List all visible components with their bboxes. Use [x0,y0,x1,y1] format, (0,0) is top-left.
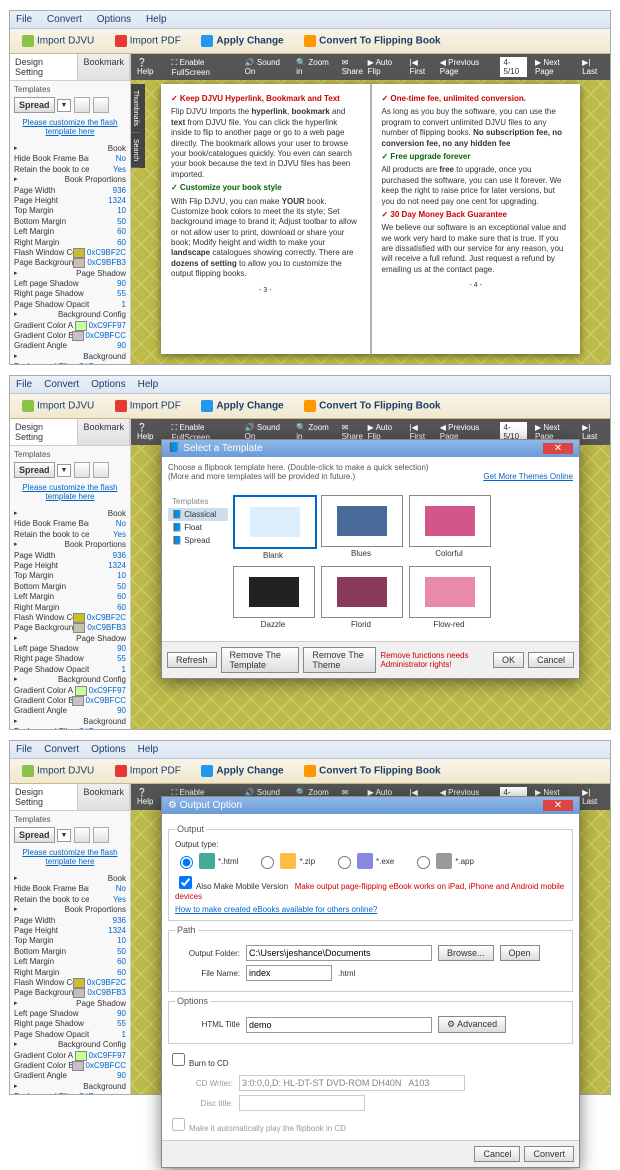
first-page-button[interactable]: |◀ First [409,58,431,76]
cancel-button[interactable]: Cancel [474,1146,520,1162]
menu-convert[interactable]: Convert [47,14,82,25]
output-type-radios: *.html *.zip *.exe *.app [175,853,566,869]
close-button[interactable]: ✕ [543,443,573,454]
tpl-blues[interactable] [321,495,403,547]
customize-link[interactable]: Please customize the flash template here [14,116,126,138]
djvu-icon [22,35,34,47]
cancel-button[interactable]: Cancel [528,652,574,668]
tab-bookmark[interactable]: Bookmark [78,54,130,80]
output-section: Output Output type: *.html *.zip *.exe *… [168,824,573,921]
tpl-float[interactable]: 📘 Float [168,521,228,534]
thumbnails-tab[interactable]: Thumbnails [131,84,140,133]
get-more-themes-link[interactable]: Get More Themes Online [483,472,573,481]
help-button[interactable]: ❔ Help [137,58,162,77]
templates-label: Templates [14,85,126,94]
tpl-dazzle[interactable] [233,566,315,618]
output-folder-input[interactable] [246,945,432,961]
exe-icon [357,853,373,869]
sound-button[interactable]: 🔊 Sound On [245,58,287,77]
search-tab[interactable]: Search [131,133,140,168]
import-djvu-button[interactable]: Import DJVU [16,33,100,49]
tpl-colorful[interactable] [409,495,491,547]
tpl-spread[interactable]: 📘 Spread [168,534,228,547]
autoflip-button[interactable]: ▶ Auto Flip [368,58,402,76]
output-option-dialog: ⚙ Output Option ✕ Output Output type: *.h… [161,796,580,1168]
advanced-button[interactable]: ⚙ Advanced [438,1016,506,1033]
tpl-florid[interactable] [321,566,403,618]
prev-page-button[interactable]: ◀ Previous Page [440,58,492,76]
html-title-input[interactable] [246,1017,432,1033]
sidebar: Design Setting Bookmark Templates Spread… [10,54,131,364]
how-link[interactable]: How to make created eBooks available for… [175,905,377,914]
spread-template-button[interactable]: Spread [14,97,55,113]
template-type-list: Templates 📘 Classical 📘 Float 📘 Spread [168,495,228,547]
menu-help[interactable]: Help [146,14,167,25]
preview-toolbar: ❔ Help ⛶ Enable FullScreen 🔊 Sound On 🔍 … [131,54,610,80]
zip-icon [280,853,296,869]
pdf-icon [115,35,127,47]
browse-button[interactable]: Browse... [438,945,494,961]
dialog-title: 📘 Select a Template [168,443,263,454]
radio-html[interactable]: *.html [175,853,238,869]
last-page-button[interactable]: ▶| Last [582,58,604,76]
path-section: Path Output Folder:Browse...Open File Na… [168,925,573,992]
tpl-blank[interactable] [233,495,317,549]
globe-icon [199,853,215,869]
select-template-dialog: 📘 Select a Template✕ Choose a flipbook t… [161,439,580,679]
tpl-classical[interactable]: 📘 Classical [168,508,228,521]
cd-writer-input [239,1075,465,1091]
template-grid: Blank Blues Colorful Dazzle Florid Flow-… [233,495,573,629]
next-page-button[interactable]: ▶ Next Page [535,58,574,76]
apply-change-button[interactable]: Apply Change [195,33,289,49]
property-grid: BookHide Book Frame BarNoRetain the book… [10,142,130,364]
convert-to-flipping-button[interactable]: Convert To Flipping Book [298,33,446,49]
tab-design-setting[interactable]: Design Setting [10,54,78,80]
menu-options[interactable]: Options [97,14,131,25]
convert-button[interactable]: Convert [524,1146,574,1162]
refresh-button[interactable]: Refresh [167,652,217,668]
flipbook[interactable]: ✓ Keep DJVU Hyperlink, Bookmark and Text… [161,84,580,354]
template-tool-1[interactable] [74,97,90,113]
page-right: ✓ One-time fee, unlimited conversion. As… [372,84,581,354]
menu-file[interactable]: File [16,14,32,25]
ok-button[interactable]: OK [493,652,524,668]
zoom-button[interactable]: 🔍 Zoom in [296,58,331,77]
template-tool-2[interactable] [93,97,109,113]
disc-title-input [239,1095,365,1111]
app-icon [436,853,452,869]
options-section: Options HTML Title⚙ Advanced [168,996,573,1044]
convert-icon [304,35,316,47]
template-dropdown-arrow[interactable]: ▼ [57,99,72,112]
tpl-flow-red[interactable] [409,566,491,618]
dialog-title: ⚙ Output Option [168,800,242,811]
make-mobile-checkbox[interactable] [179,876,192,889]
file-name-input[interactable] [246,965,332,981]
close-button[interactable]: ✕ [543,800,573,811]
page-left: ✓ Keep DJVU Hyperlink, Bookmark and Text… [161,84,370,354]
autoplay-checkbox [172,1118,185,1131]
remove-theme-button[interactable]: Remove The Theme [303,647,376,673]
burn-cd-checkbox[interactable] [172,1053,185,1066]
import-pdf-button[interactable]: Import PDF [109,33,187,49]
share-button[interactable]: ✉ Share [342,58,368,77]
radio-app[interactable]: *.app [412,853,474,869]
apply-icon [201,35,213,47]
menubar: File Convert Options Help [10,11,610,29]
page-indicator[interactable]: 4-5/10 [500,57,527,77]
radio-exe[interactable]: *.exe [333,853,394,869]
radio-zip[interactable]: *.zip [256,853,315,869]
open-button[interactable]: Open [500,945,540,961]
remove-template-button[interactable]: Remove The Template [221,647,300,673]
preview-area: ❔ Help ⛶ Enable FullScreen 🔊 Sound On 🔍 … [131,54,610,364]
toolbar: Import DJVU Import PDF Apply Change Conv… [10,29,610,54]
fullscreen-button[interactable]: ⛶ Enable FullScreen [172,58,235,77]
